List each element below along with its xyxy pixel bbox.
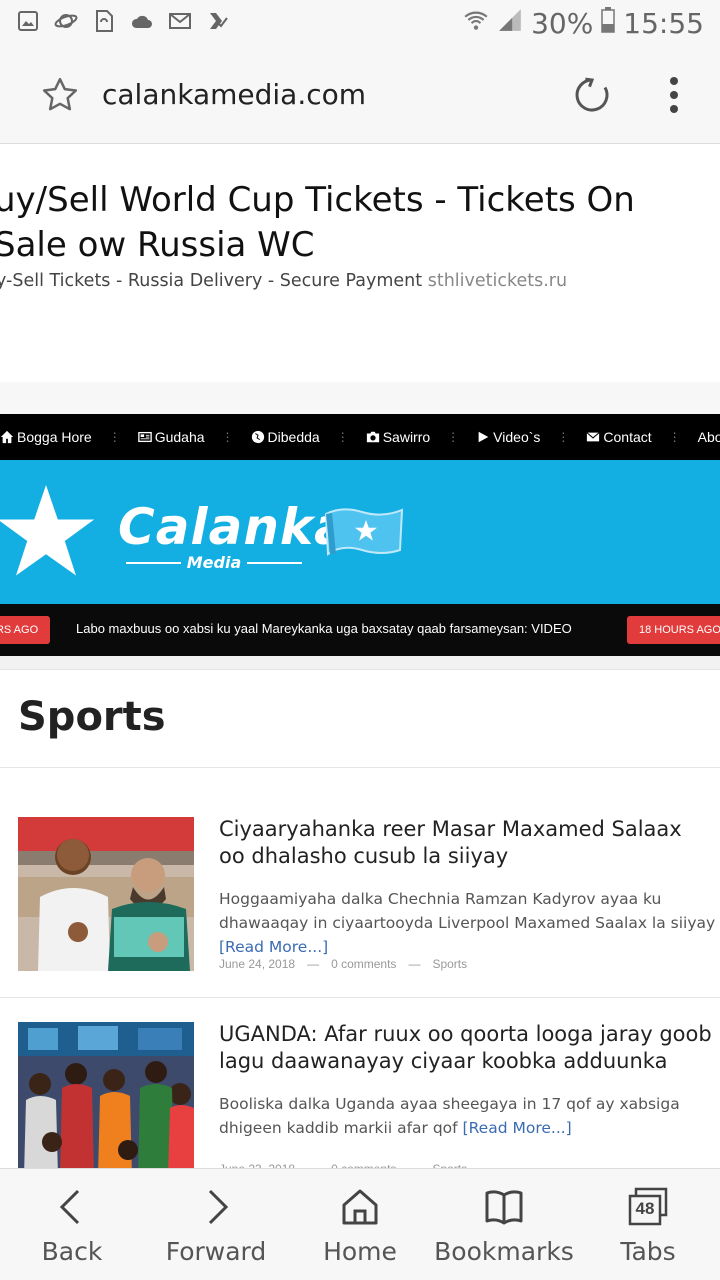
tabs-icon: 48 [628,1187,668,1227]
nav-label: Video`s [493,429,541,445]
nav-label: Contact [603,429,652,445]
back-label: Back [41,1237,103,1266]
article-excerpt-text: Booliska dalka Uganda ayaa sheegaya in 1… [219,1095,680,1137]
status-bar: 30% 15:55 [0,0,720,46]
ticker-time-badge: 18 HOURS AGO [627,616,720,644]
nav-label: Gudaha [154,429,205,445]
newspaper-icon [137,431,152,443]
section-gap [0,656,720,670]
nav-separator: ⋮ [221,430,234,444]
logo-sub-text: Media [186,553,242,572]
home-button[interactable]: Home [288,1169,432,1280]
nav-separator: ⋮ [336,430,349,444]
ad-title[interactable]: uy/Sell World Cup Tickets - Tickets On S… [0,178,694,268]
divider [0,767,720,768]
article-excerpt: Hoggaamiyaha dalka Chechnia Ramzan Kadyr… [219,887,719,959]
book-icon [485,1190,523,1225]
article-comments-link[interactable]: 0 comments [331,957,396,971]
battery-percent: 30% [531,6,594,40]
nav-separator: ⋮ [447,430,460,444]
nav-item-sawirro[interactable]: Sawirro [354,429,442,445]
tabs-button[interactable]: 48 Tabs [576,1169,720,1280]
tabs-label: Tabs [620,1237,676,1266]
gallery-icon [16,9,40,38]
article-title[interactable]: UGANDA: Afar ruux oo qoorta looga jaray … [219,1021,714,1075]
browser-url-bar: calankamedia.com [0,46,720,144]
article-date: June 24, 2018 [219,957,296,971]
nav-label: Bogga Hore [17,429,92,445]
article-excerpt-text: Hoggaamiyaha dalka Chechnia Ramzan Kadyr… [219,890,716,932]
ad-spacer [0,382,720,414]
back-button[interactable]: Back [0,1169,144,1280]
article-thumbnail[interactable] [18,1022,194,1176]
camera-icon [366,431,379,443]
star-logo-icon [0,485,95,576]
wifi-icon [463,7,489,40]
nav-item-bogga-hore[interactable]: Bogga Hore [0,429,104,445]
sync-file-icon [92,9,116,38]
planet-icon [54,9,78,38]
browser-toolbar: Back Forward Home Bookmarks 48 Tabs [0,1168,720,1280]
site-logo-subtitle: Media [120,553,308,572]
battery-icon [601,6,616,40]
nav-separator: ⋮ [668,430,681,444]
home-icon [0,430,14,444]
bookmark-star-icon[interactable] [40,75,80,115]
signal-icon [497,7,523,40]
nav-item-contact[interactable]: Contact [574,429,663,445]
cloud-icon [130,9,154,38]
nav-item-gudaha[interactable]: Gudaha [126,429,217,445]
envelope-icon [586,432,600,442]
article-excerpt: Booliska dalka Uganda ayaa sheegaya in 1… [219,1092,719,1140]
ad-domain: sthlivetickets.ru [427,271,568,291]
site-nav: Bogga Hore ⋮ Gudaha ⋮ Dibedda ⋮ Sawirro … [0,414,720,460]
bookmarks-button[interactable]: Bookmarks [432,1169,576,1280]
nav-item-videos[interactable]: Video`s [464,429,552,445]
reload-icon[interactable] [572,75,612,115]
article-title[interactable]: Ciyaaryahanka reer Masar Maxamed Salaax … [219,816,714,870]
address-field[interactable]: calankamedia.com [102,78,572,111]
clock-time: 15:55 [623,6,704,40]
page-title: Sports [18,694,166,740]
article-thumbnail[interactable] [18,817,194,971]
home-icon [342,1189,378,1225]
nav-separator: ⋮ [108,430,121,444]
nav-label: Sawirro [382,429,431,445]
divider [0,997,720,998]
forward-button[interactable]: Forward [144,1169,288,1280]
nav-label: About [697,429,720,445]
mail-icon [168,9,192,38]
chevron-left-icon [59,1189,80,1225]
nav-label: Dibedda [267,429,320,445]
tab-count: 48 [635,1199,655,1218]
bookmarks-label: Bookmarks [434,1237,574,1266]
ticker-time-badge: URS AGO [0,616,51,644]
ad-description-text: y-Sell Tickets - Russia Delivery - Secur… [0,271,423,291]
article-meta: June 24, 2018—0 comments — Sports [219,957,468,971]
article-category-link[interactable]: Sports [432,957,467,971]
task-check-icon [206,9,230,38]
ad-description: y-Sell Tickets - Russia Delivery - Secur… [0,271,567,291]
nav-separator: ⋮ [557,430,570,444]
read-more-link[interactable]: [Read More...] [219,938,328,956]
somali-flag-icon [324,508,404,556]
nav-item-about[interactable]: About [686,429,720,445]
more-menu-icon[interactable] [668,76,680,113]
read-more-link[interactable]: [Read More...] [463,1119,572,1137]
site-logo-text: Calanka [118,498,349,556]
news-ticker: URS AGO Labo maxbuus oo xabsi ku yaal Ma… [0,604,720,656]
ticker-headline[interactable]: Labo maxbuus oo xabsi ku yaal Mareykanka… [76,621,572,636]
forward-label: Forward [165,1237,267,1266]
play-icon [478,431,489,443]
nav-item-dibedda[interactable]: Dibedda [239,429,332,445]
ad-block[interactable]: uy/Sell World Cup Tickets - Tickets On S… [0,144,720,382]
home-label: Home [323,1237,397,1266]
chevron-right-icon [208,1189,229,1225]
globe-icon [251,430,264,444]
